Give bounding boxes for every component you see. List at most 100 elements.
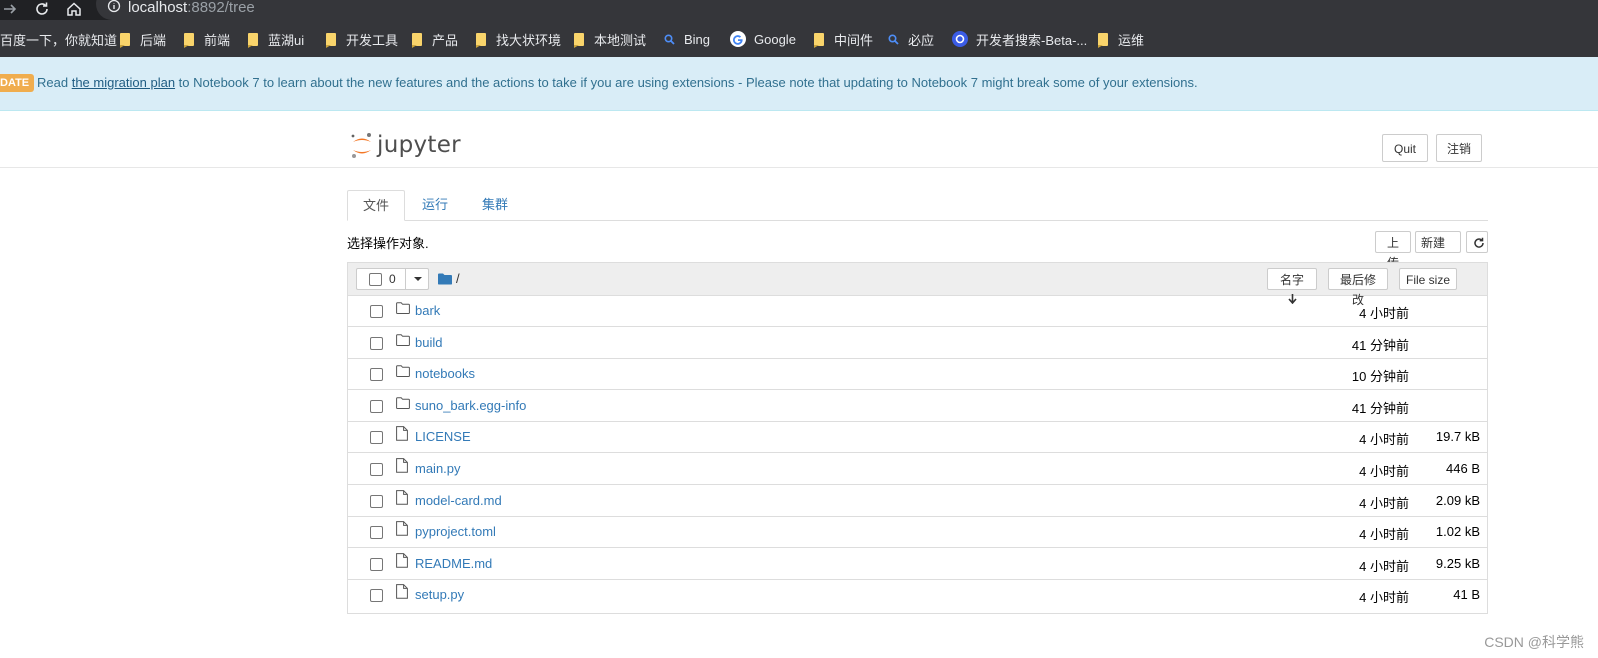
sort-by-name-button[interactable]: 名字	[1267, 268, 1317, 305]
file-name-link[interactable]: model-card.md	[415, 493, 502, 508]
bookmark-item[interactable]: 必应	[880, 25, 942, 53]
jupyter-logo[interactable]: jupyter	[350, 132, 461, 160]
tab-running[interactable]: 运行	[415, 190, 455, 220]
logout-button[interactable]: 注销	[1436, 134, 1482, 162]
file-list-row[interactable]: bark 4 小时前	[348, 295, 1487, 327]
file-name-link[interactable]: main.py	[415, 461, 461, 476]
new-label: 新建	[1421, 236, 1446, 250]
url-path: :8892/tree	[187, 0, 255, 16]
bookmark-item[interactable]: 本地测试	[566, 25, 654, 53]
migration-plan-link[interactable]: the migration plan	[72, 75, 175, 90]
row-checkbox[interactable]	[370, 526, 383, 540]
row-checkbox[interactable]	[370, 589, 383, 603]
selection-hint: 选择操作对象.	[347, 236, 429, 251]
row-checkbox[interactable]	[370, 368, 383, 382]
bookmark-item[interactable]: 前端	[176, 25, 238, 53]
refresh-icon	[1474, 237, 1484, 248]
folder-icon	[184, 32, 194, 48]
folder-icon	[396, 302, 410, 317]
folder-icon	[396, 397, 410, 412]
bookmark-item[interactable]: 蓝湖ui	[240, 25, 312, 53]
file-name-link[interactable]: build	[415, 335, 442, 350]
breadcrumb[interactable]: /	[438, 271, 460, 286]
last-modified: 10 分钟前	[1351, 369, 1409, 385]
row-checkbox[interactable]	[370, 336, 383, 350]
folder-icon	[438, 273, 452, 284]
address-bar[interactable]	[96, 0, 1598, 20]
bookmark-label: Bing	[684, 31, 711, 47]
tab-clusters[interactable]: 集群	[475, 190, 515, 220]
row-checkbox[interactable]	[370, 494, 383, 508]
folder-icon	[120, 32, 130, 48]
bookmark-item[interactable]: 中间件	[806, 25, 881, 53]
row-checkbox[interactable]	[370, 431, 383, 445]
file-name-link[interactable]: bark	[415, 303, 440, 318]
bookmark-item[interactable]: 后端	[112, 25, 174, 53]
bookmark-label: 百度一下，你就知道	[0, 32, 118, 48]
file-list-row[interactable]: LICENSE 4 小时前 19.7 kB	[348, 421, 1487, 454]
bookmark-label: 必应	[908, 32, 935, 48]
row-checkbox[interactable]	[370, 399, 383, 413]
bookmark-label: 运维	[1118, 32, 1145, 48]
bookmark-item[interactable]: 产品	[404, 25, 466, 53]
file-name-link[interactable]: setup.py	[415, 587, 464, 602]
file-list-row[interactable]: setup.py 4 小时前 41 B	[348, 579, 1487, 611]
folder-icon	[326, 32, 336, 48]
file-list-row[interactable]: main.py 4 小时前 446 B	[348, 453, 1487, 485]
upload-button[interactable]: 上传	[1375, 231, 1411, 270]
file-name-link[interactable]: pyproject.toml	[415, 524, 496, 539]
file-list-row[interactable]: suno_bark.egg-info 41 分钟前	[348, 390, 1487, 422]
file-icon	[396, 552, 408, 571]
last-modified: 4 小时前	[1359, 464, 1409, 479]
file-name-link[interactable]: suno_bark.egg-info	[415, 398, 526, 413]
file-name-link[interactable]: notebooks	[415, 366, 475, 381]
file-list-row[interactable]: notebooks 10 分钟前	[348, 358, 1487, 391]
bookmark-item[interactable]: 开发工具	[318, 25, 406, 53]
update-badge: DATE	[0, 74, 35, 92]
sort-by-modified-button[interactable]: 最后修改	[1328, 268, 1388, 307]
file-icon	[396, 584, 408, 602]
file-list-row[interactable]: README.md 4 小时前 9.25 kB	[348, 548, 1487, 580]
banner-message: Read the migration plan to Notebook 7 to…	[37, 74, 1198, 92]
watermark: CSDN @科学熊	[1484, 634, 1584, 650]
reload-icon[interactable]	[32, 0, 52, 18]
select-all-checkbox[interactable]	[369, 273, 382, 286]
update-banner: DATE Read the migration plan to Notebook…	[0, 57, 1598, 111]
file-list-header: 0 / 名字 最后修改 File size	[348, 263, 1487, 307]
bookmark-item[interactable]: 找大状环境	[468, 25, 569, 53]
bookmarks-bar: 百度一下，你就知道 后端 前端 蓝湖ui 开发工具 产品 找大状环境 本地测试 Bing Goog…	[0, 20, 1598, 57]
dev-search-icon	[952, 31, 968, 47]
folder-icon	[396, 365, 410, 380]
bookmark-item[interactable]: 开发者搜索-Beta-...	[944, 25, 1095, 53]
forward-arrow-icon[interactable]	[0, 0, 20, 18]
site-info-icon[interactable]	[107, 0, 121, 17]
file-list-row[interactable]: build 41 分钟前	[348, 327, 1487, 359]
file-icon	[396, 521, 408, 539]
bookmark-item[interactable]: Google	[722, 25, 804, 53]
folder-icon	[574, 32, 584, 48]
row-checkbox[interactable]	[370, 305, 383, 318]
select-menu-toggle[interactable]	[405, 269, 429, 289]
home-icon[interactable]	[64, 0, 84, 18]
search-icon	[664, 33, 675, 45]
file-list-row[interactable]: model-card.md 4 小时前 2.09 kB	[348, 485, 1487, 517]
bookmark-item[interactable]: 运维	[1090, 25, 1152, 53]
file-name-link[interactable]: README.md	[415, 556, 492, 571]
bookmark-item[interactable]: 百度一下，你就知道	[0, 25, 125, 53]
sort-by-size-button[interactable]: File size	[1399, 268, 1457, 290]
file-size: 446 B	[1446, 461, 1480, 476]
refresh-button[interactable]	[1466, 231, 1488, 253]
file-name-link[interactable]: LICENSE	[415, 429, 471, 444]
bookmark-item[interactable]: Bing	[656, 25, 718, 53]
select-all-control[interactable]: 0	[356, 268, 429, 290]
row-checkbox[interactable]	[370, 463, 383, 476]
bookmark-label: 开发者搜索-Beta-...	[976, 32, 1088, 48]
file-list-row[interactable]: pyproject.toml 4 小时前 1.02 kB	[348, 516, 1487, 549]
new-dropdown-button[interactable]: 新建	[1415, 231, 1461, 267]
row-checkbox[interactable]	[370, 557, 383, 571]
quit-button[interactable]: Quit	[1382, 134, 1428, 162]
bookmark-label: 找大状环境	[496, 32, 562, 48]
folder-icon	[396, 333, 410, 349]
tab-files[interactable]: 文件	[347, 190, 405, 221]
file-size: 1.02 kB	[1435, 524, 1480, 540]
